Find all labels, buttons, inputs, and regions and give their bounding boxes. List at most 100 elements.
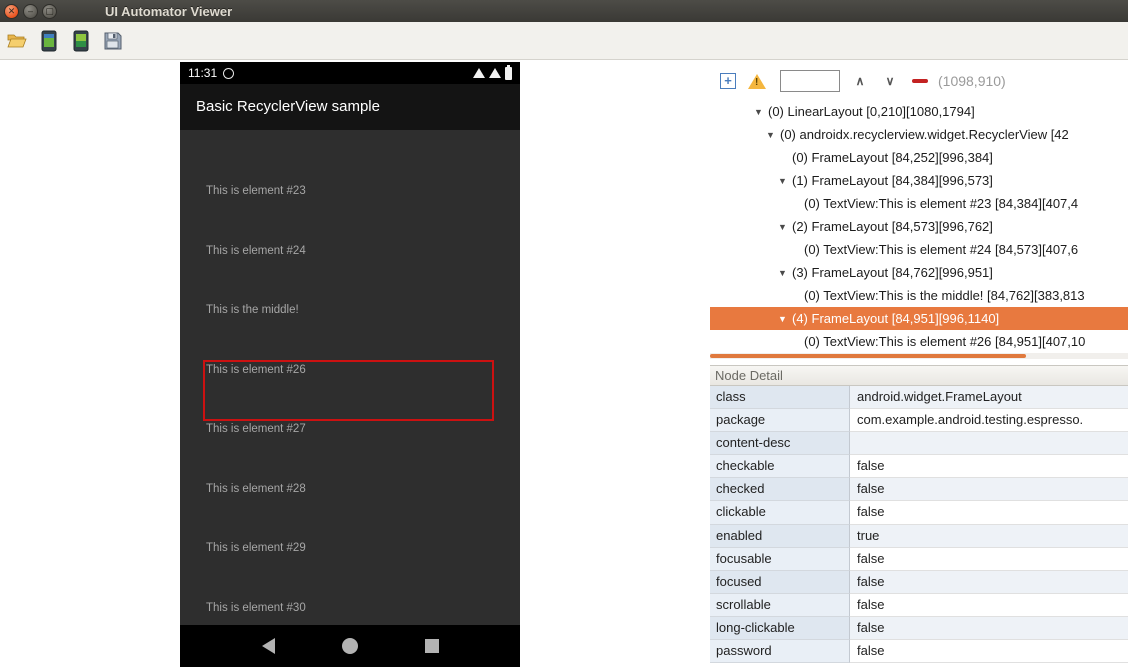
detail-value — [850, 432, 1128, 456]
tree-node[interactable]: (0) FrameLayout [84,252][996,384] — [710, 146, 1128, 169]
detail-key: focusable — [710, 547, 850, 571]
device-screenshot-button[interactable] — [36, 28, 62, 54]
tree-node-label: (0) TextView:This is element #23 [84,384… — [804, 196, 1079, 211]
expander-icon[interactable]: ▼ — [778, 308, 792, 331]
list-item[interactable]: This is element #29 — [180, 538, 520, 598]
hierarchy-inspector: + ! ∧ ∨ (1098,910) ▼ (0) LinearLayout [0,… — [710, 60, 1128, 667]
detail-key: enabled — [710, 524, 850, 548]
tree-node[interactable]: ▼ (2) FrameLayout [84,573][996,762] — [710, 215, 1128, 238]
search-input[interactable] — [780, 70, 840, 92]
tree-node-label: (0) TextView:This is element #24 [84,573… — [804, 242, 1079, 257]
folder-open-icon — [7, 34, 27, 47]
tree-node[interactable]: ▼ (0) LinearLayout [0,210][1080,1794] — [710, 100, 1128, 123]
alarm-icon — [223, 67, 235, 79]
detail-row[interactable]: package com.example.android.testing.espre… — [710, 409, 1128, 433]
tree-node-label: (0) androidx.recyclerview.widget.Recycle… — [780, 127, 1069, 142]
tree-node[interactable]: ▼ (3) FrameLayout [84,762][996,951] — [710, 261, 1128, 284]
ui-automator-viewer-window: ✕ – ▢ UI Automator Viewer 11:31 Basic Re… — [0, 0, 1128, 667]
detail-value: true — [850, 524, 1128, 548]
detail-value: false — [850, 501, 1128, 525]
detail-row[interactable]: focusable false — [710, 547, 1128, 571]
expander-icon[interactable]: ▼ — [778, 262, 792, 285]
expander-icon[interactable]: ▼ — [766, 124, 780, 147]
detail-value: false — [850, 640, 1128, 664]
tree-node-label: (2) FrameLayout [84,573][996,762] — [792, 219, 993, 234]
detail-key: checked — [710, 478, 850, 502]
warning-icon[interactable]: ! — [748, 73, 766, 89]
detail-key: checkable — [710, 455, 850, 479]
maximize-button[interactable]: ▢ — [42, 3, 57, 19]
tree-node-label: (0) TextView:This is element #26 [84,951… — [804, 334, 1086, 349]
tree-node[interactable]: ▼ (1) FrameLayout [84,384][996,573] — [710, 169, 1128, 192]
list-item[interactable]: This is element #24 — [180, 241, 520, 301]
window-titlebar: ✕ – ▢ UI Automator Viewer — [0, 0, 1128, 22]
find-next-button[interactable]: ∨ — [880, 71, 900, 91]
tree-node[interactable]: ▼ (4) FrameLayout [84,951][996,1140] — [710, 307, 1128, 330]
node-detail-table: class android.widget.FrameLayout package co… — [710, 386, 1128, 664]
device-screenshot-compressed-icon — [73, 30, 89, 51]
detail-row[interactable]: enabled true — [710, 524, 1128, 548]
back-icon[interactable] — [261, 638, 275, 654]
device-app-bar-title: Basic RecyclerView sample — [180, 84, 520, 130]
detail-row[interactable]: clickable false — [710, 501, 1128, 525]
detail-row[interactable]: class android.widget.FrameLayout — [710, 386, 1128, 410]
expand-all-icon[interactable]: + — [720, 73, 736, 89]
home-icon[interactable] — [341, 638, 358, 654]
list-item[interactable]: This is the middle! — [180, 300, 520, 360]
main-toolbar — [0, 22, 1128, 60]
device-nav-bar — [180, 625, 520, 667]
pointer-coordinates: (1098,910) — [938, 73, 1006, 89]
tree-node-label: (4) FrameLayout [84,951][996,1140] — [792, 311, 1000, 326]
detail-row[interactable]: focused false — [710, 570, 1128, 594]
detail-value: false — [850, 455, 1128, 479]
detail-value: android.widget.FrameLayout — [850, 386, 1128, 410]
detail-row[interactable]: password false — [710, 640, 1128, 664]
detail-value: false — [850, 547, 1128, 571]
inspector-toolbar: + ! ∧ ∨ (1098,910) — [710, 62, 1128, 100]
selection-highlight — [203, 360, 494, 421]
status-time: 11:31 — [188, 66, 218, 80]
detail-key: clickable — [710, 501, 850, 525]
tree-node[interactable]: (0) TextView:This is element #26 [84,951… — [710, 330, 1128, 353]
window-title: UI Automator Viewer — [105, 3, 233, 19]
save-button[interactable] — [100, 28, 126, 54]
tree-node[interactable]: (0) TextView:This is the middle! [84,762… — [710, 284, 1128, 307]
expander-icon[interactable]: ▼ — [754, 101, 768, 124]
close-button[interactable]: ✕ — [4, 3, 19, 19]
open-file-button[interactable] — [4, 28, 30, 54]
tree-node[interactable]: ▼ (0) androidx.recyclerview.widget.Recycl… — [710, 123, 1128, 146]
device-screenshot-view[interactable]: 11:31 Basic RecyclerView sample This is … — [180, 62, 520, 667]
scrollbar-thumb[interactable] — [710, 354, 1026, 358]
detail-key: password — [710, 640, 850, 664]
detail-row[interactable]: content-desc — [710, 432, 1128, 456]
detail-value: false — [850, 570, 1128, 594]
minus-icon[interactable] — [912, 79, 928, 83]
detail-value: false — [850, 478, 1128, 502]
find-previous-button[interactable]: ∧ — [850, 71, 870, 91]
detail-key: class — [710, 386, 850, 410]
tree-node[interactable]: (0) TextView:This is element #24 [84,573… — [710, 238, 1128, 261]
device-status-bar: 11:31 — [180, 62, 520, 84]
recents-icon[interactable] — [424, 639, 439, 653]
tree-node-label: (0) LinearLayout [0,210][1080,1794] — [768, 104, 975, 119]
device-screenshot-compressed-button[interactable] — [68, 28, 94, 54]
detail-key: content-desc — [710, 432, 850, 456]
list-item[interactable]: This is element #27 — [180, 419, 520, 479]
minimize-button[interactable]: – — [23, 3, 38, 19]
signal-icon — [489, 68, 501, 78]
detail-row[interactable]: checkable false — [710, 455, 1128, 479]
expander-icon[interactable]: ▼ — [778, 216, 792, 239]
node-detail-header: Node Detail — [710, 365, 1128, 386]
detail-row[interactable]: long-clickable false — [710, 616, 1128, 641]
tree-node-label: (0) TextView:This is the middle! [84,762… — [804, 288, 1085, 303]
detail-row[interactable]: scrollable false — [710, 593, 1128, 617]
detail-value: com.example.android.testing.espresso. — [850, 409, 1128, 433]
expander-icon[interactable]: ▼ — [778, 170, 792, 193]
list-item[interactable]: This is element #28 — [180, 479, 520, 539]
detail-value: false — [850, 616, 1128, 641]
tree-node-label: (0) FrameLayout [84,252][996,384] — [792, 150, 993, 165]
detail-row[interactable]: checked false — [710, 478, 1128, 502]
tree-node[interactable]: (0) TextView:This is element #23 [84,384… — [710, 192, 1128, 215]
list-item[interactable]: This is element #23 — [180, 181, 520, 241]
tree-horizontal-scrollbar[interactable] — [710, 353, 1128, 359]
